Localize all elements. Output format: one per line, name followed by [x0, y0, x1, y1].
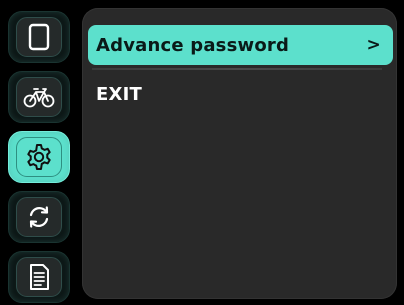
sidebar	[0, 0, 80, 305]
menu-item-exit[interactable]: EXIT	[88, 76, 393, 112]
bicycle-icon	[23, 88, 55, 108]
sync-icon	[29, 206, 49, 228]
sidebar-item-bike[interactable]	[8, 71, 70, 123]
settings-panel: Advance password > EXIT	[82, 8, 397, 299]
sidebar-item-records-frame	[16, 257, 62, 297]
menu-item-advance-password[interactable]: Advance password >	[88, 25, 393, 65]
menu-divider	[92, 68, 382, 70]
menu-item-label: Advance password	[96, 34, 290, 56]
sidebar-item-settings-frame	[16, 137, 62, 177]
sidebar-item-records[interactable]	[8, 251, 70, 303]
tablet-icon	[28, 23, 50, 51]
sidebar-item-sync-frame	[16, 197, 62, 237]
document-icon	[30, 264, 49, 290]
chevron-right-icon: >	[366, 35, 381, 55]
screen: Advance password > EXIT	[0, 0, 404, 305]
sidebar-item-bike-frame	[16, 77, 62, 117]
sidebar-item-display[interactable]	[8, 11, 70, 63]
sidebar-item-settings[interactable]	[8, 131, 70, 183]
sidebar-item-display-frame	[16, 17, 62, 57]
sidebar-item-sync[interactable]	[8, 191, 70, 243]
menu-item-label: EXIT	[96, 83, 142, 105]
gear-icon	[27, 144, 51, 170]
